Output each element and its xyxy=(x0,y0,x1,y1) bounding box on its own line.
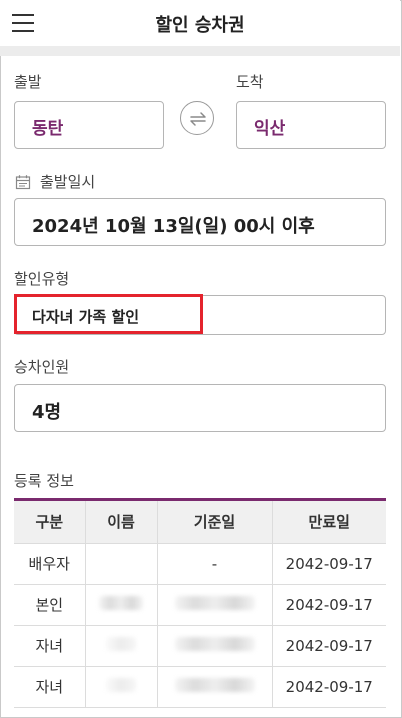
row-base-date-redacted xyxy=(157,625,273,667)
departure-label: 출발 xyxy=(14,73,42,91)
swap-arrows-icon xyxy=(190,112,206,126)
swap-stations-button[interactable] xyxy=(180,101,214,135)
table-row: 자녀 2042-09-17 xyxy=(14,625,386,667)
row-expiry: 2042-09-17 xyxy=(272,543,386,585)
app-header: 할인 승차권 xyxy=(0,0,400,46)
datetime-value: 2024년 10월 13일(일) 00시 이후 xyxy=(32,216,315,237)
table-row: 배우자 - 2042-09-17 xyxy=(14,543,386,585)
table-row: 본인 2042-09-17 xyxy=(14,584,386,626)
row-name xyxy=(85,543,158,585)
column-header-base-date: 기준일 xyxy=(157,501,273,544)
passengers-value: 4명 xyxy=(32,402,62,423)
row-base-date-redacted xyxy=(157,666,273,708)
passengers-field[interactable] xyxy=(14,384,386,432)
table-row: 자녀 2042-09-17 xyxy=(14,666,386,708)
header-divider xyxy=(0,46,400,56)
column-header-name: 이름 xyxy=(85,501,158,544)
row-type: 배우자 xyxy=(14,543,86,585)
row-type: 본인 xyxy=(14,584,86,626)
discount-label: 할인유형 xyxy=(14,270,70,288)
row-name-redacted xyxy=(85,584,158,626)
arrival-station-value: 익산 xyxy=(254,119,286,139)
row-type: 자녀 xyxy=(14,625,86,667)
page-title: 할인 승차권 xyxy=(155,15,245,36)
registration-table: 구분 이름 기준일 만료일 배우자 - 2042-09-17 본인 2042-0… xyxy=(14,501,386,708)
datetime-label: 출발일시 xyxy=(40,173,96,191)
row-base-date-redacted xyxy=(157,584,273,626)
row-expiry: 2042-09-17 xyxy=(272,584,386,626)
departure-station-value: 동탄 xyxy=(32,119,64,139)
row-name-redacted xyxy=(85,666,158,708)
column-header-type: 구분 xyxy=(14,501,86,544)
arrival-label: 도착 xyxy=(236,73,264,91)
calendar-icon xyxy=(15,175,31,190)
table-header-row: 구분 이름 기준일 만료일 xyxy=(14,501,386,544)
registration-title: 등록 정보 xyxy=(14,472,74,490)
row-base-date: - xyxy=(157,543,273,585)
column-header-expiry: 만료일 xyxy=(272,501,386,544)
row-type: 자녀 xyxy=(14,666,86,708)
row-expiry: 2042-09-17 xyxy=(272,666,386,708)
row-name-redacted xyxy=(85,625,158,667)
row-expiry: 2042-09-17 xyxy=(272,625,386,667)
passengers-label: 승차인원 xyxy=(14,358,70,376)
discount-highlight-box xyxy=(14,294,203,334)
